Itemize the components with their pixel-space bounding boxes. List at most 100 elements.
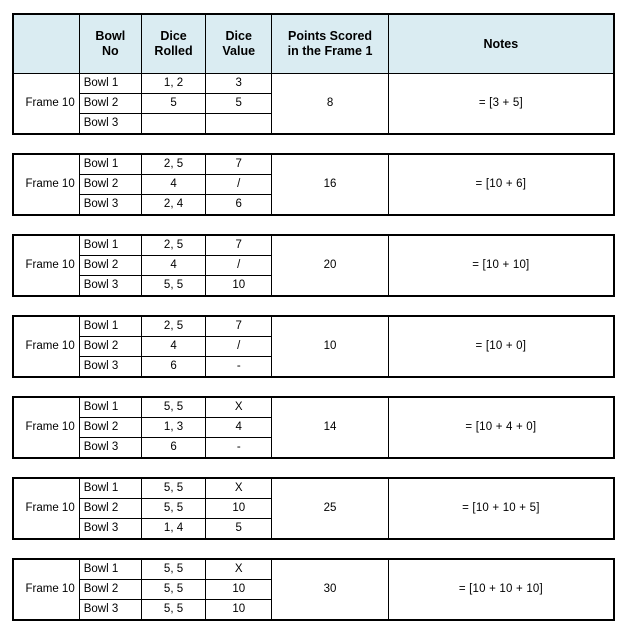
cell-dice-rolled: 5, 5 xyxy=(140,599,207,621)
cell-dice-rolled: 6 xyxy=(140,437,207,459)
cell-bowl-no: Bowl 1 xyxy=(78,315,142,337)
scoring-block: Frame 10 Bowl 1 5, 5 X 30 = [10 + 10 + 10] Bow… xyxy=(12,558,615,621)
cell-dice-value: X xyxy=(205,558,273,580)
header-points-scored: Points Scored in the Frame 1 xyxy=(271,13,389,74)
cell-bowl-no: Bowl 3 xyxy=(78,275,142,297)
cell-bowl-no: Bowl 2 xyxy=(78,579,142,600)
header-blank xyxy=(12,13,80,74)
cell-dice-value: / xyxy=(205,255,273,276)
cell-dice-value: 10 xyxy=(205,275,273,297)
cell-notes: = [10 + 6] xyxy=(387,153,615,216)
scoring-block-body: Frame 10 Bowl 1 2, 5 7 10 = [10 + 0] Bowl 2 4/B… xyxy=(12,315,615,378)
cell-dice-value: / xyxy=(205,336,273,357)
cell-bowl-no: Bowl 3 xyxy=(78,437,142,459)
header-points-line2: in the Frame 1 xyxy=(287,44,373,58)
cell-bowl-no: Bowl 3 xyxy=(78,113,142,135)
table-row: Frame 10 Bowl 1 5, 5 X 14 = [10 + 4 + 0] xyxy=(12,396,615,459)
cell-frame-label: Frame 10 xyxy=(12,153,80,216)
cell-bowl-no: Bowl 2 xyxy=(78,255,142,276)
cell-bowl-no: Bowl 2 xyxy=(78,417,142,438)
cell-frame-label: Frame 10 xyxy=(12,315,80,378)
cell-bowl-no: Bowl 2 xyxy=(78,498,142,519)
cell-points-scored: 14 xyxy=(271,396,389,459)
cell-dice-rolled: 1, 4 xyxy=(140,518,207,540)
bowling-scoring-table-page: Bowl No Dice Rolled Dice Value Points Sc… xyxy=(0,0,630,637)
cell-bowl-no: Bowl 3 xyxy=(78,194,142,216)
cell-dice-value: 10 xyxy=(205,599,273,621)
cell-frame-label: Frame 10 xyxy=(12,558,80,621)
cell-bowl-no: Bowl 1 xyxy=(78,558,142,580)
cell-points-scored: 8 xyxy=(271,73,389,135)
cell-dice-rolled: 2, 5 xyxy=(140,234,207,256)
table-row: Frame 10 Bowl 1 2, 5 7 10 = [10 + 0] xyxy=(12,315,615,378)
header-dice-rolled-line2: Rolled xyxy=(154,44,193,58)
header-dice-rolled-line1: Dice xyxy=(160,29,187,44)
table-row: Frame 10 Bowl 1 1, 2 3 8 = [3 + 5] xyxy=(12,73,615,135)
cell-dice-rolled: 5, 5 xyxy=(140,558,207,580)
cell-dice-rolled: 4 xyxy=(140,336,207,357)
cell-dice-value: - xyxy=(205,437,273,459)
cell-dice-value: 7 xyxy=(205,234,273,256)
cell-dice-rolled: 5, 5 xyxy=(140,477,207,499)
cell-dice-value: 6 xyxy=(205,194,273,216)
header-bowl-no: Bowl No xyxy=(78,13,142,74)
cell-dice-value: 5 xyxy=(205,518,273,540)
cell-dice-value: X xyxy=(205,477,273,499)
cell-frame-label: Frame 10 xyxy=(12,396,80,459)
cell-bowl-no: Bowl 1 xyxy=(78,234,142,256)
cell-dice-rolled: 5, 5 xyxy=(140,579,207,600)
table-row: Frame 10 Bowl 1 2, 5 7 20 = [10 + 10] xyxy=(12,234,615,297)
table-header-row: Bowl No Dice Rolled Dice Value Points Sc… xyxy=(12,13,615,74)
cell-dice-value: 7 xyxy=(205,153,273,175)
cell-dice-rolled: 2, 5 xyxy=(140,315,207,337)
cell-bowl-no: Bowl 3 xyxy=(78,356,142,378)
cell-notes: = [10 + 4 + 0] xyxy=(387,396,615,459)
cell-bowl-no: Bowl 3 xyxy=(78,599,142,621)
cell-dice-rolled: 5, 5 xyxy=(140,498,207,519)
cell-bowl-no: Bowl 1 xyxy=(78,73,142,94)
scoring-block: Frame 10 Bowl 1 2, 5 7 10 = [10 + 0] Bowl 2 4/B… xyxy=(12,315,615,378)
header-dice-value-line2: Value xyxy=(222,44,256,58)
cell-dice-value: / xyxy=(205,174,273,195)
table-row: Frame 10 Bowl 1 5, 5 X 25 = [10 + 10 + 5] xyxy=(12,477,615,540)
cell-dice-value: 4 xyxy=(205,417,273,438)
cell-dice-rolled: 5 xyxy=(140,93,207,114)
cell-dice-value xyxy=(205,113,273,135)
cell-points-scored: 16 xyxy=(271,153,389,216)
header-dice-value: Dice Value xyxy=(205,13,273,74)
cell-notes: = [10 + 0] xyxy=(387,315,615,378)
cell-bowl-no: Bowl 2 xyxy=(78,174,142,195)
scoring-block: Frame 10 Bowl 1 5, 5 X 14 = [10 + 4 + 0] Bowl … xyxy=(12,396,615,459)
scoring-block-body: Frame 10 Bowl 1 5, 5 X 30 = [10 + 10 + 10] Bow… xyxy=(12,558,615,621)
cell-points-scored: 20 xyxy=(271,234,389,297)
scoring-block: Frame 10 Bowl 1 5, 5 X 25 = [10 + 10 + 5] Bowl… xyxy=(12,477,615,540)
header-bowl-no-line1: Bowl xyxy=(95,29,126,44)
cell-points-scored: 30 xyxy=(271,558,389,621)
scoring-block-body: Frame 10 Bowl 1 5, 5 X 25 = [10 + 10 + 5] Bowl… xyxy=(12,477,615,540)
scoring-block-body: Frame 10 Bowl 1 2, 5 7 16 = [10 + 6] Bowl 2 4/B… xyxy=(12,153,615,216)
cell-notes: = [3 + 5] xyxy=(387,73,615,135)
header-dice-rolled: Dice Rolled xyxy=(140,13,207,74)
cell-bowl-no: Bowl 2 xyxy=(78,336,142,357)
header-notes: Notes xyxy=(387,13,615,74)
cell-frame-label: Frame 10 xyxy=(12,477,80,540)
cell-dice-rolled: 4 xyxy=(140,174,207,195)
scoring-block: Frame 10 Bowl 1 2, 5 7 16 = [10 + 6] Bowl 2 4/B… xyxy=(12,153,615,216)
cell-bowl-no: Bowl 3 xyxy=(78,518,142,540)
cell-dice-value: 7 xyxy=(205,315,273,337)
cell-dice-value: 3 xyxy=(205,73,273,94)
cell-dice-rolled xyxy=(140,113,207,135)
cell-dice-rolled: 5, 5 xyxy=(140,275,207,297)
header-dice-value-line1: Dice xyxy=(225,29,252,44)
cell-dice-rolled: 1, 3 xyxy=(140,417,207,438)
cell-frame-label: Frame 10 xyxy=(12,234,80,297)
cell-bowl-no: Bowl 1 xyxy=(78,153,142,175)
cell-dice-rolled: 6 xyxy=(140,356,207,378)
cell-dice-value: 10 xyxy=(205,498,273,519)
cell-dice-value: 10 xyxy=(205,579,273,600)
cell-bowl-no: Bowl 1 xyxy=(78,396,142,418)
cell-dice-rolled: 5, 5 xyxy=(140,396,207,418)
cell-points-scored: 25 xyxy=(271,477,389,540)
cell-points-scored: 10 xyxy=(271,315,389,378)
scoring-block-body: Frame 10 Bowl 1 2, 5 7 20 = [10 + 10] Bowl 2 4/… xyxy=(12,234,615,297)
